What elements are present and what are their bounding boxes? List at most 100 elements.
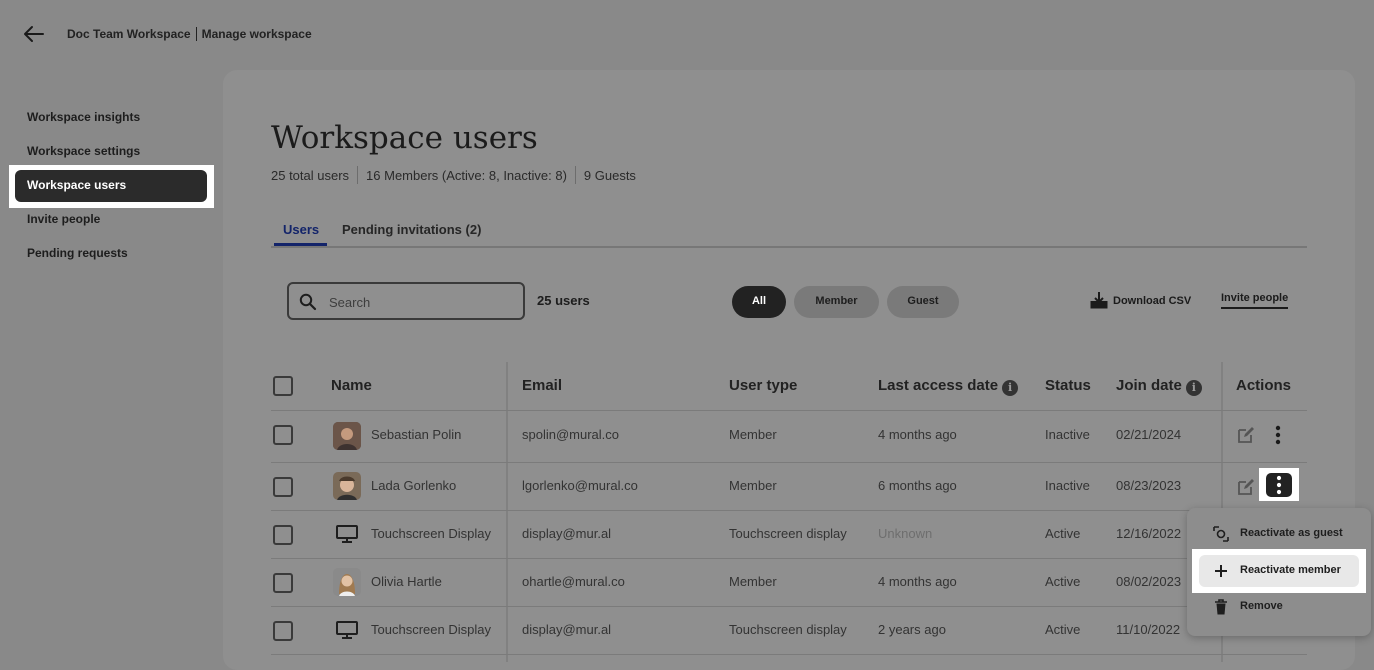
search-box[interactable] [287,282,525,320]
summary-members: 16 Members (Active: 8, Inactive: 8) [366,168,567,183]
row-checkbox[interactable] [273,621,293,641]
user-type: Touchscreen display [729,622,847,637]
page-title: Workspace users [271,120,538,156]
user-type: Member [729,427,777,442]
user-summary: 25 total users 16 Members (Active: 8, Ina… [271,166,636,184]
active-tab-indicator [274,243,327,246]
more-options-button[interactable] [1266,473,1292,497]
reactivate-guest-icon [1213,526,1229,542]
row-checkbox[interactable] [273,477,293,497]
user-status: Inactive [1045,427,1090,442]
table-row: Sebastian Polin spolin@mural.co Member 4… [271,410,1307,463]
user-type: Member [729,478,777,493]
summary-divider [357,166,359,184]
info-icon[interactable]: i [1002,380,1019,396]
user-name: Lada Gorlenko [371,478,457,493]
download-icon [1090,292,1108,309]
column-header-last-access[interactable]: Last access date i [878,377,1019,396]
info-icon[interactable]: i [1185,380,1202,396]
column-header-user-type[interactable]: User type [729,377,797,394]
sidebar-item-pending-requests[interactable]: Pending requests [27,246,128,260]
filter-all-button[interactable]: All [732,286,786,318]
avatar [333,568,361,596]
last-access: 6 months ago [878,478,957,493]
summary-divider [574,166,576,184]
user-status: Active [1045,622,1081,637]
search-icon [299,293,317,311]
table-row: Olivia Hartle ohartle@mural.co Member 4 … [271,558,1307,607]
column-header-join-date[interactable]: Join date i [1116,377,1202,396]
user-name: Touchscreen Display [371,526,491,541]
column-header-join-date-label: Join date [1116,377,1182,394]
summary-total: 25 total users [271,168,350,183]
sidebar-item-settings[interactable]: Workspace settings [27,144,140,158]
last-access: 4 months ago [878,574,957,589]
breadcrumb-page: Manage workspace [201,27,312,41]
join-date: 12/16/2022 [1116,526,1182,541]
breadcrumb: Doc Team Workspace Manage workspace [67,27,312,41]
sidebar-item-invite[interactable]: Invite people [27,212,100,226]
user-email: lgorlenko@mural.co [522,478,638,493]
invite-people-link[interactable]: Invite people [1221,292,1289,309]
column-header-status[interactable]: Status [1045,377,1091,394]
sidebar-item-insights[interactable]: Workspace insights [27,110,140,124]
user-count: 25 users [537,293,590,308]
plus-icon [1215,565,1227,577]
user-name: Olivia Hartle [371,574,442,589]
download-csv-label: Download CSV [1113,295,1192,307]
table-header: Name Email User type Last access date i S… [271,362,1307,411]
row-checkbox[interactable] [273,573,293,593]
display-icon [336,525,358,543]
tab-pending-invitations[interactable]: Pending invitations (2) [342,222,481,237]
user-status: Active [1045,526,1081,541]
table-row: Lada Gorlenko lgorlenko@mural.co Member … [271,462,1307,511]
join-date: 11/10/2022 [1116,622,1181,637]
main-panel: Workspace users 25 total users 16 Members… [223,70,1355,670]
menu-item-label: Remove [1240,600,1283,612]
last-access: Unknown [878,526,933,541]
column-header-email[interactable]: Email [522,377,562,394]
column-header-name[interactable]: Name [331,377,372,394]
trash-icon [1215,599,1227,615]
breadcrumb-workspace[interactable]: Doc Team Workspace [67,27,191,41]
edit-icon[interactable] [1237,426,1255,444]
tab-bar: Users Pending invitations (2) [271,220,1307,248]
breadcrumb-separator [195,27,197,41]
search-input[interactable] [327,286,521,318]
display-icon [336,621,358,639]
more-options-icon[interactable] [1267,424,1289,446]
sidebar-item-users[interactable]: Workspace users [15,170,207,202]
back-arrow-icon[interactable] [22,22,46,46]
download-csv-button[interactable]: Download CSV [1090,291,1191,309]
user-email: display@mur.al [522,622,612,637]
avatar [333,422,361,450]
user-type: Touchscreen display [729,526,847,541]
user-status: Inactive [1045,478,1090,493]
table-row: Touchscreen Display display@mur.al Touch… [271,510,1307,559]
table-row: Touchscreen Display display@mur.al Touch… [271,606,1307,655]
row-checkbox[interactable] [273,525,293,545]
user-type: Member [729,574,777,589]
join-date: 02/21/2024 [1116,427,1182,442]
tab-users[interactable]: Users [283,222,319,237]
user-name: Sebastian Polin [371,427,462,442]
filter-guest-button[interactable]: Guest [887,286,959,318]
menu-item-label: Reactivate member [1240,564,1341,576]
last-access: 2 years ago [878,622,946,637]
row-checkbox[interactable] [273,425,293,445]
user-status: Active [1045,574,1081,589]
user-email: spolin@mural.co [522,427,620,442]
more-options-icon [1276,475,1282,495]
user-name: Touchscreen Display [371,622,491,637]
filter-member-button[interactable]: Member [794,286,879,318]
top-bar: Doc Team Workspace Manage workspace [0,0,1374,68]
user-email: ohartle@mural.co [522,574,625,589]
user-email: display@mur.al [522,526,612,541]
select-all-checkbox[interactable] [273,376,293,396]
column-header-last-access-label: Last access date [878,377,999,394]
last-access: 4 months ago [878,427,957,442]
edit-icon[interactable] [1237,478,1255,496]
join-date: 08/02/2023 [1116,574,1182,589]
avatar [333,472,361,500]
menu-item-label: Reactivate as guest [1240,527,1343,539]
